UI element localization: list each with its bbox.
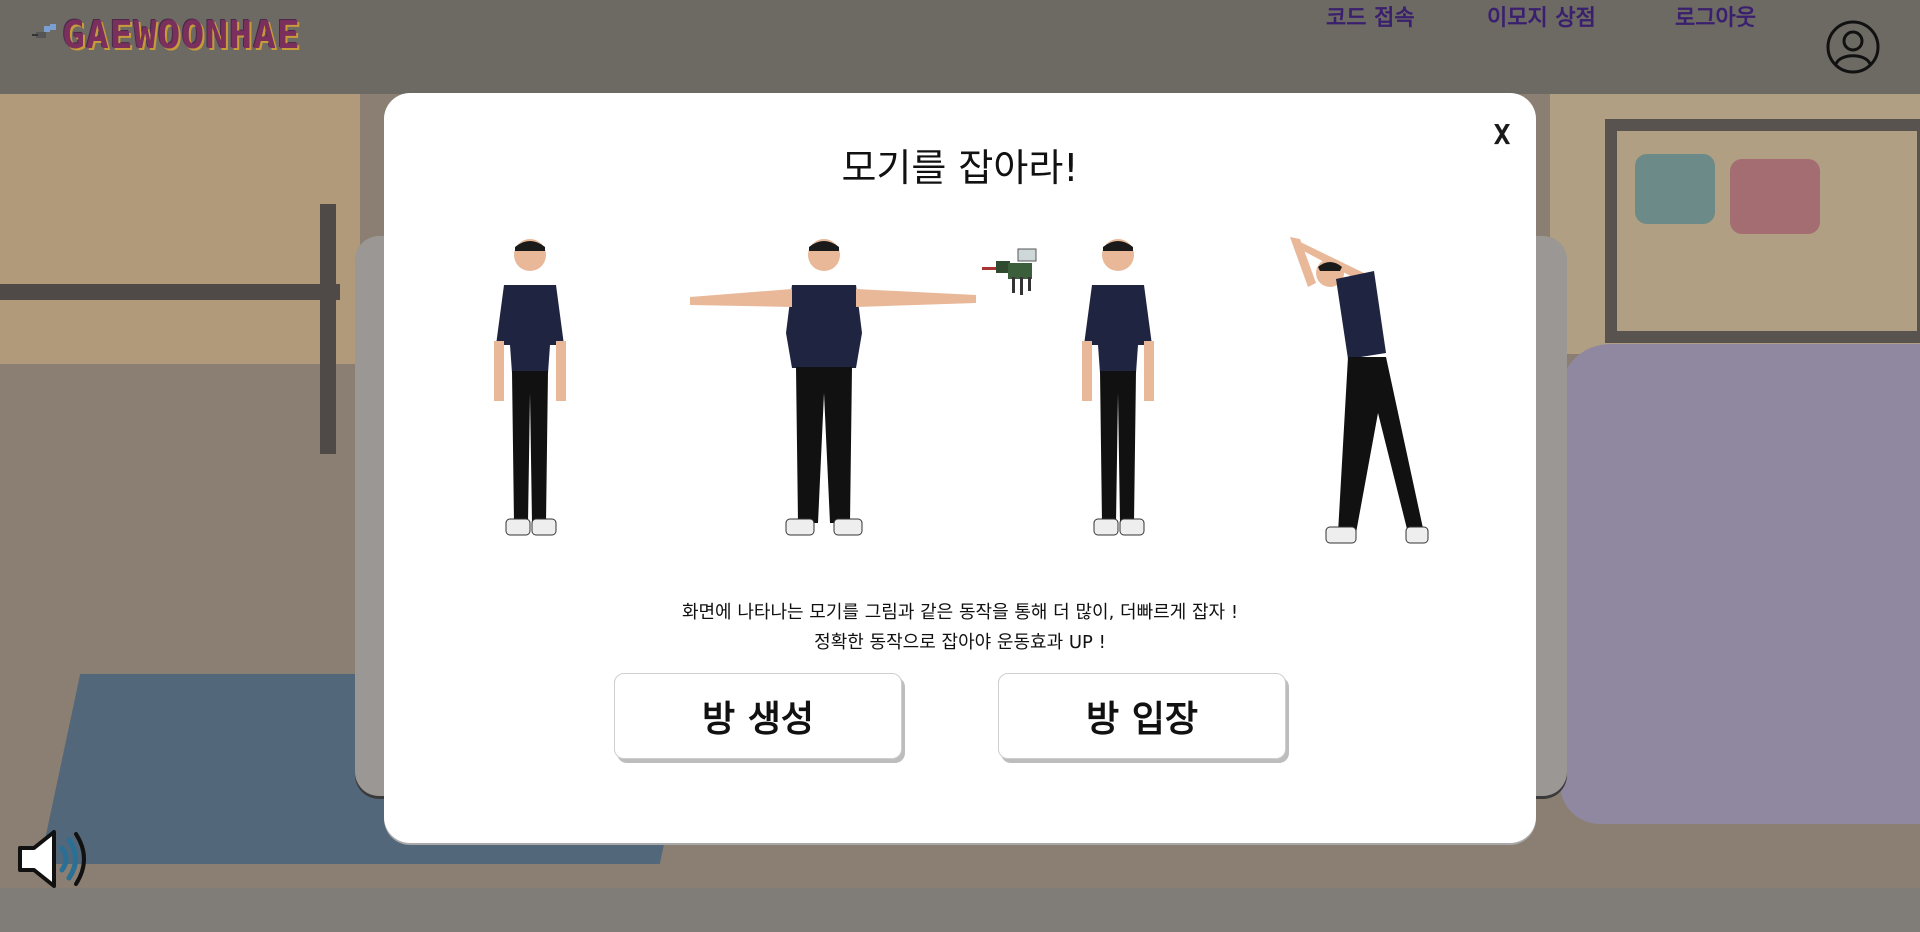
mosquito-icon — [982, 248, 1037, 295]
game-intro-modal: X 모기를 잡아라! 화면에 나타나는 모기를 그림과 같은 동작을 통해 더 … — [384, 93, 1536, 843]
user-circle-icon[interactable] — [1826, 20, 1880, 74]
description-line-1: 화면에 나타나는 모기를 그림과 같은 동작을 통해 더 많이, 더빠르게 잡자… — [681, 602, 1239, 623]
pose-side-stretch-image — [1290, 237, 1429, 544]
bg-ball — [1635, 154, 1715, 224]
nav-logout[interactable]: 로그아웃 — [1675, 0, 1756, 32]
bg-shelf — [0, 284, 340, 300]
nav-code-join[interactable]: 코드 접속 — [1326, 0, 1415, 32]
app-logo[interactable]: GAEWOONHAE — [30, 10, 301, 60]
logo-text: GAEWOONHAE — [62, 13, 301, 57]
bottom-strip — [0, 888, 1920, 932]
speaker-icon[interactable] — [16, 826, 90, 892]
bg-shelf-post — [320, 204, 336, 454]
pose-arms-spread-image — [690, 239, 976, 536]
bg-ball — [1730, 159, 1820, 234]
description-line-2: 정확한 동작으로 잡아야 운동효과 UP ! — [814, 632, 1106, 653]
pose-standing-image — [1082, 239, 1154, 536]
pose-illustrations — [384, 233, 1536, 553]
pose-standing-image — [494, 239, 566, 536]
create-room-button[interactable]: 방 생성 — [614, 673, 902, 759]
top-header: GAEWOONHAE 코드 접속 이모지 상점 로그아웃 — [0, 0, 1920, 94]
join-room-button[interactable]: 방 입장 — [998, 673, 1286, 759]
bg-rug — [1560, 344, 1920, 824]
bg-wall-left — [0, 94, 360, 364]
logo-mosquito-icon — [32, 24, 56, 38]
nav-emoji-shop[interactable]: 이모지 상점 — [1487, 0, 1596, 32]
modal-title: 모기를 잡아라! — [841, 146, 1079, 190]
